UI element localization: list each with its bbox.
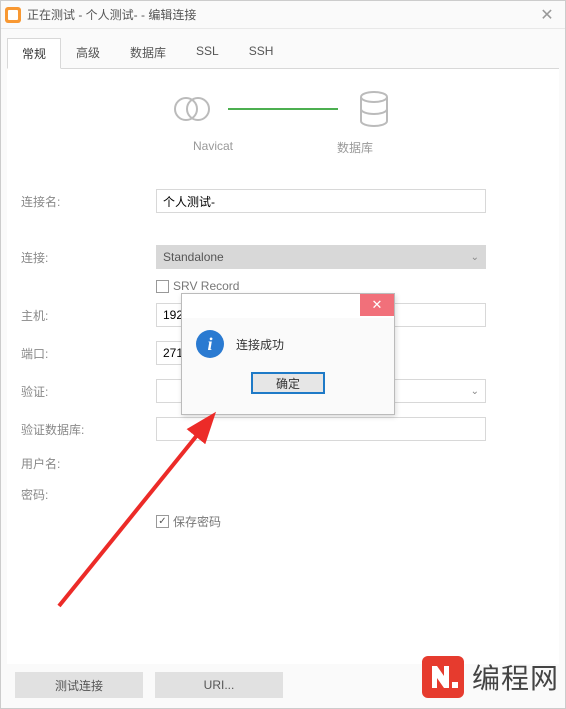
input-auth-db[interactable] — [156, 417, 486, 441]
dialog-body: i 连接成功 — [182, 318, 394, 364]
dialog-footer: 确定 — [182, 364, 394, 402]
dialog-close-icon[interactable]: ✕ — [360, 294, 394, 316]
tab-database[interactable]: 数据库 — [115, 37, 181, 68]
label-connection: 连接: — [21, 249, 156, 266]
checkbox-save-password[interactable] — [156, 515, 169, 528]
watermark-text: 编程网 — [472, 657, 559, 697]
select-connection-value: Standalone — [163, 250, 224, 264]
dialog-message: 连接成功 — [236, 336, 284, 353]
database-icon — [352, 87, 396, 131]
input-conn-name[interactable] — [156, 189, 486, 213]
test-connection-button[interactable]: 测试连接 — [15, 672, 143, 698]
watermark-logo — [420, 654, 466, 700]
label-port: 端口: — [21, 345, 156, 362]
tab-bar: 常规 高级 数据库 SSL SSH — [1, 29, 565, 68]
label-host: 主机: — [21, 307, 156, 324]
label-username: 用户名: — [21, 455, 156, 472]
tab-general[interactable]: 常规 — [7, 38, 61, 69]
success-dialog: ✕ i 连接成功 确定 — [181, 293, 395, 415]
close-icon[interactable]: ✕ — [533, 1, 561, 29]
select-connection[interactable]: Standalone ⌄ — [156, 245, 486, 269]
uri-button[interactable]: URI... — [155, 672, 283, 698]
label-auth: 验证: — [21, 383, 156, 400]
diagram-labels: Navicat 数据库 — [21, 139, 545, 156]
chevron-down-icon: ⌄ — [471, 386, 479, 397]
info-icon: i — [196, 330, 224, 358]
watermark: 编程网 — [420, 654, 559, 700]
dialog-header: ✕ — [182, 294, 394, 318]
window-title: 正在测试 - 个人测试- - 编辑连接 — [27, 6, 533, 23]
tab-ssl[interactable]: SSL — [181, 37, 234, 68]
ok-button[interactable]: 确定 — [251, 372, 325, 394]
main-window: 正在测试 - 个人测试- - 编辑连接 ✕ 常规 高级 数据库 SSL SSH … — [0, 0, 566, 709]
app-icon — [5, 7, 21, 23]
database-label: 数据库 — [337, 139, 373, 156]
chevron-down-icon: ⌄ — [471, 252, 479, 263]
bottom-bar: 测试连接 URI... — [15, 672, 283, 698]
tab-advanced[interactable]: 高级 — [61, 37, 115, 68]
label-srv: SRV Record — [173, 279, 239, 293]
label-password: 密码: — [21, 486, 156, 503]
label-conn-name: 连接名: — [21, 193, 156, 210]
label-save-password: 保存密码 — [173, 513, 221, 530]
titlebar: 正在测试 - 个人测试- - 编辑连接 ✕ — [1, 1, 565, 29]
connection-diagram — [21, 87, 545, 131]
label-auth-db: 验证数据库: — [21, 421, 156, 438]
checkbox-srv[interactable] — [156, 280, 169, 293]
tab-ssh[interactable]: SSH — [234, 37, 289, 68]
navicat-icon — [170, 87, 214, 131]
navicat-label: Navicat — [193, 139, 233, 156]
connection-line — [228, 108, 338, 110]
